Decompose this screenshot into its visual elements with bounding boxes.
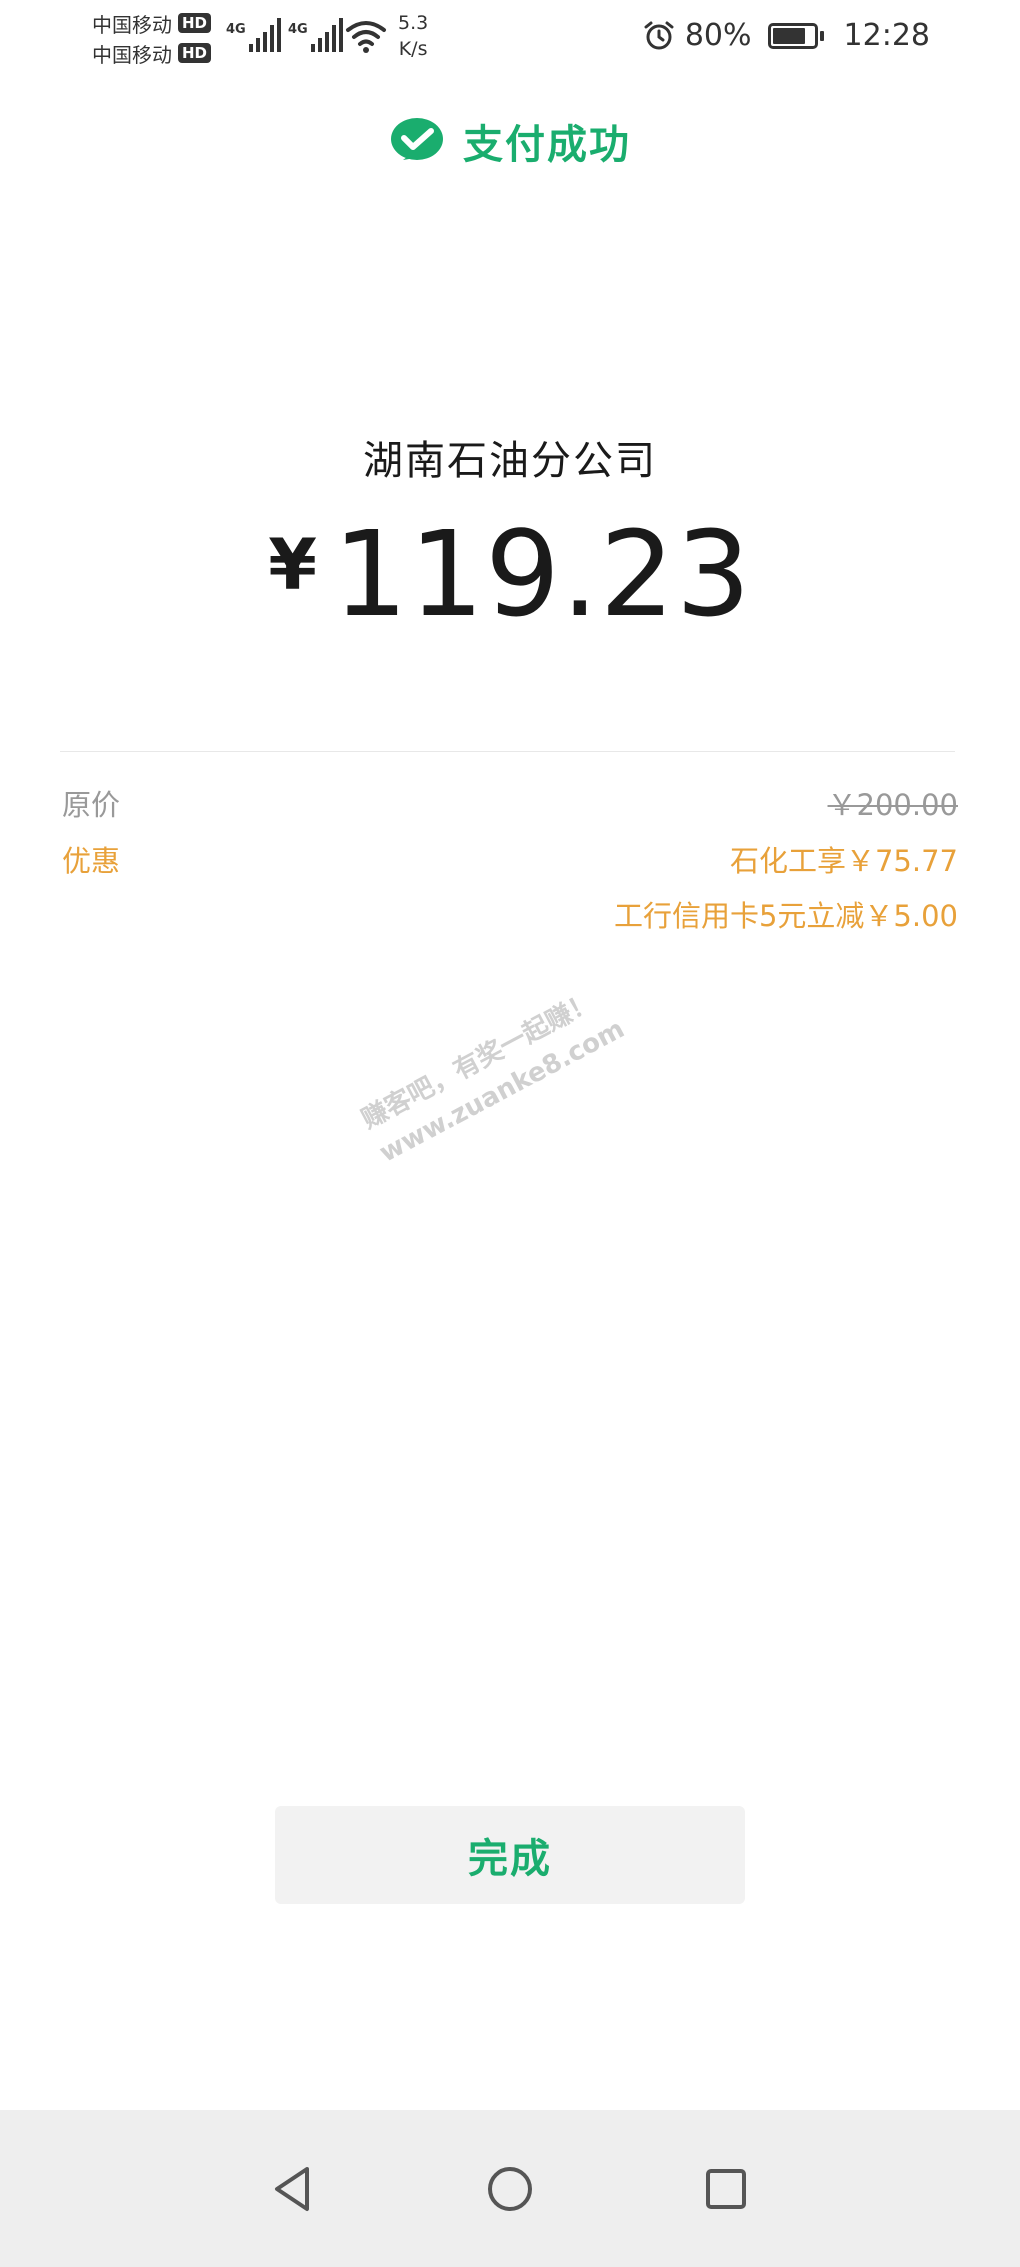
page-title: 支付成功: [463, 122, 631, 168]
system-navigation-bar: [0, 2110, 1020, 2267]
home-icon: [488, 2167, 532, 2211]
hd-badge: HD: [178, 43, 212, 63]
network-speed: 5.3 K/s: [398, 12, 429, 60]
network-type-1: 4G: [226, 22, 246, 37]
payment-success-screen: 中国移动 HD 中国移动 HD 4G 4G 5.3 K/s 80% 12:28 …: [0, 0, 1020, 2267]
signal-icon: 4G: [288, 18, 343, 52]
status-bar: 中国移动 HD 中国移动 HD 4G 4G 5.3 K/s 80% 12:28: [0, 0, 1020, 75]
carrier-info: 中国移动 HD 中国移动 HD: [92, 8, 212, 68]
original-price-label: 原价: [62, 788, 121, 822]
recents-button[interactable]: [691, 2154, 761, 2224]
battery-icon: [767, 22, 824, 49]
carrier-name-2: 中国移动: [92, 42, 172, 67]
amount-value: 119.23: [332, 505, 752, 643]
battery-fill: [772, 27, 805, 44]
discount-item: 工行信用卡5元立减￥5.00: [613, 899, 958, 933]
original-price-value: ￥200.00: [827, 788, 958, 822]
divider: [60, 751, 955, 752]
done-button[interactable]: 完成: [275, 1806, 745, 1904]
battery-percent: 80%: [684, 18, 752, 53]
recents-icon: [706, 2169, 746, 2209]
back-icon: [275, 2167, 309, 2211]
watermark: 赚客吧，有奖一起赚！ www.zuanke8.com: [356, 986, 630, 1169]
signal-icon: 4G: [226, 18, 281, 52]
network-type-2: 4G: [288, 22, 308, 37]
clock: 12:28: [843, 18, 930, 53]
payment-amount: ¥ 119.23: [0, 505, 1020, 643]
discount-item: 石化工享￥75.77: [729, 844, 958, 878]
back-button[interactable]: [257, 2154, 327, 2224]
wifi-icon: [346, 21, 386, 53]
discount-label: 优惠: [62, 844, 121, 878]
alarm-icon: [644, 21, 674, 49]
merchant-name: 湖南石油分公司: [363, 438, 657, 484]
hd-badge: HD: [178, 13, 212, 33]
carrier-name-1: 中国移动: [92, 12, 172, 37]
payment-success-header: 支付成功: [0, 112, 1020, 170]
home-button[interactable]: [475, 2154, 545, 2224]
currency-symbol: ¥: [268, 524, 317, 606]
wechat-pay-check-icon: [391, 118, 443, 160]
